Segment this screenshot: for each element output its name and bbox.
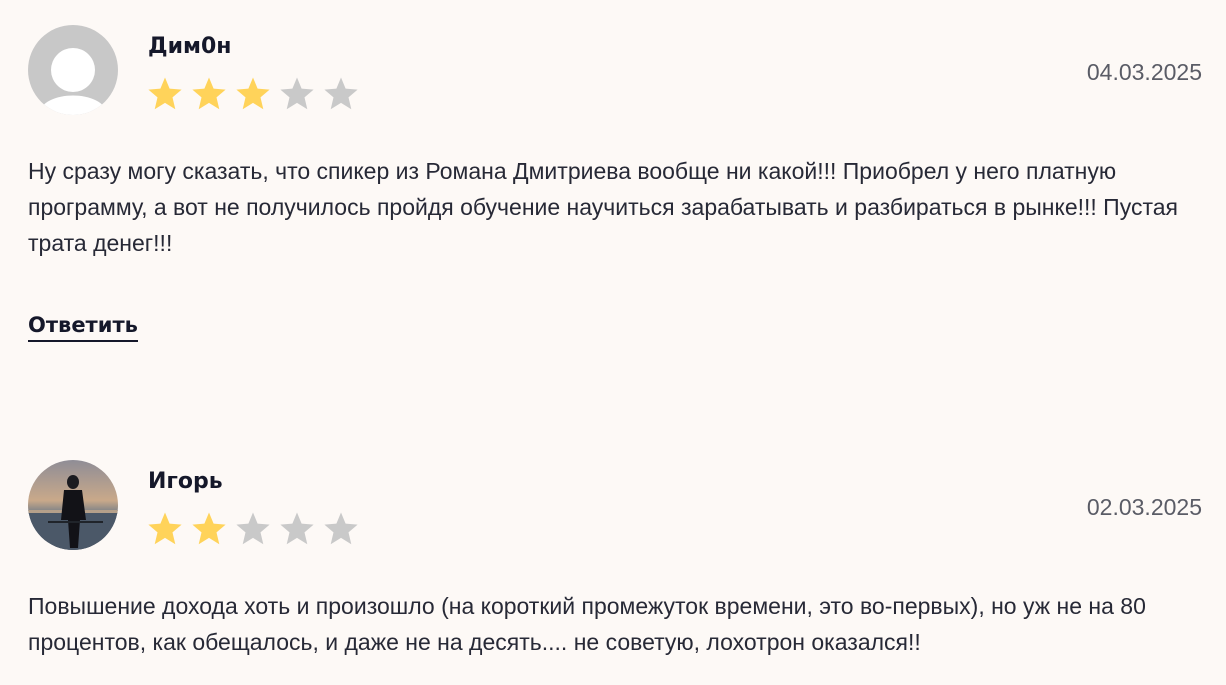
star-empty-icon <box>278 76 322 112</box>
star-empty-icon <box>278 511 322 547</box>
star-filled-icon <box>146 511 190 547</box>
star-rating <box>146 76 366 112</box>
star-filled-icon <box>234 76 278 112</box>
star-filled-icon <box>146 76 190 112</box>
default-avatar-icon <box>28 25 118 115</box>
star-rating <box>146 511 366 547</box>
review-date: 04.03.2025 <box>1086 59 1202 85</box>
review-text: Ну сразу могу сказать, что спикер из Ром… <box>28 158 1178 256</box>
review-text: Повышение дохода хоть и произошло (на ко… <box>28 593 1146 655</box>
reply-link[interactable]: Ответить <box>28 310 138 342</box>
star-empty-icon <box>234 511 278 547</box>
review-author: Дим0н <box>148 34 232 59</box>
review-author: Игорь <box>148 469 223 494</box>
star-empty-icon <box>322 76 366 112</box>
review-date: 02.03.2025 <box>1086 494 1202 520</box>
star-filled-icon <box>190 76 234 112</box>
star-filled-icon <box>190 511 234 547</box>
star-empty-icon <box>322 511 366 547</box>
user-photo-avatar <box>28 460 118 550</box>
